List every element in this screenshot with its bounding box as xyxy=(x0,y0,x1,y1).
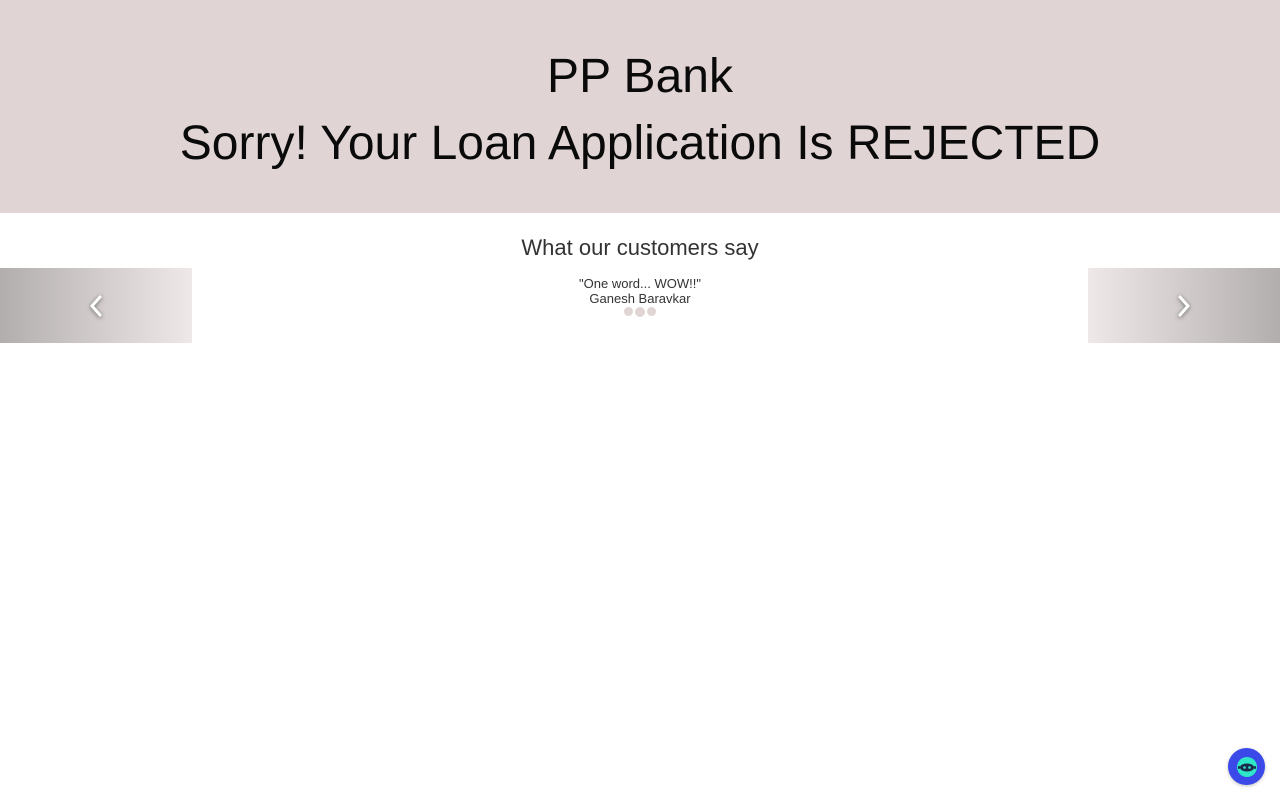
testimonials-title: What our customers say xyxy=(521,235,759,260)
chatbot-button[interactable] xyxy=(1228,748,1265,785)
loan-status-message: Sorry! Your Loan Application Is REJECTED xyxy=(179,117,1101,170)
testimonial-carousel: "One word... WOW!!" Ganesh Baravkar xyxy=(0,268,1280,343)
carousel-next-button[interactable] xyxy=(1088,268,1280,343)
testimonial-quote: "One word... WOW!!" xyxy=(579,276,701,291)
testimonial-author: Ganesh Baravkar xyxy=(589,291,691,306)
carousel-indicator[interactable] xyxy=(635,306,645,317)
carousel-indicator[interactable] xyxy=(624,307,633,316)
carousel-indicator[interactable] xyxy=(647,307,656,316)
carousel-prev-button[interactable] xyxy=(0,268,192,343)
page-header: PP Bank Sorry! Your Loan Application Is … xyxy=(0,0,1280,213)
chevron-right-icon xyxy=(1178,295,1190,316)
chatbot-icon xyxy=(1236,756,1257,777)
testimonial-slide: "One word... WOW!!" Ganesh Baravkar xyxy=(192,276,1088,306)
bank-name: PP Bank xyxy=(547,50,733,103)
